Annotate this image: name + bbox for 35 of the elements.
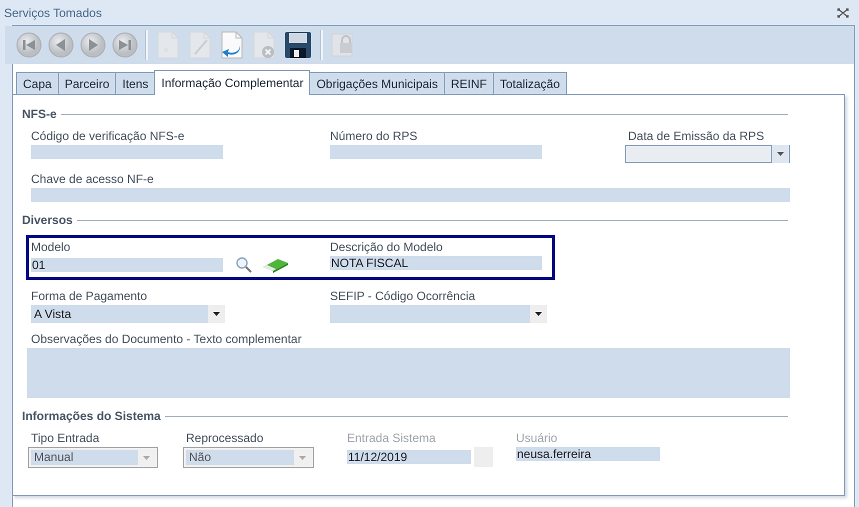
close-icon[interactable] [837,8,849,18]
text-field[interactable] [330,145,542,159]
text-field[interactable] [31,145,223,159]
text-field[interactable]: 01 [31,258,223,272]
field-label: Chave de acesso NF-e [31,172,155,186]
field-label: Observações do Documento - Texto complementar [31,332,303,346]
tab[interactable]: Obrigações Municipais [309,72,445,94]
tab[interactable]: Informação Complementar [154,70,310,95]
date-picker[interactable] [625,145,790,163]
section-title: Diversos [22,213,73,227]
search-icon[interactable] [235,256,253,274]
field-label: Reprocessado [186,431,264,445]
field-label: Código de verificação NFS-e [31,129,186,143]
text-field[interactable] [31,188,790,202]
text-field[interactable]: NOTA FISCAL [330,256,542,270]
field-label: Número do RPS [330,129,418,143]
field-label: Descrição do Modelo [330,240,444,254]
tab[interactable]: Capa [16,72,59,94]
dropdown[interactable] [330,305,547,323]
eraser-icon[interactable] [262,257,289,273]
tab[interactable]: Itens [115,72,156,94]
section-title: NFS-e [22,107,57,121]
field-label: Usuário [516,431,558,445]
field-label: Modelo [31,240,72,254]
field-label: Forma de Pagamento [31,289,148,303]
window-title: Serviços Tomados [4,6,102,20]
tab[interactable]: Totalização [492,72,567,94]
field-label: Data de Emissão da RPS [628,129,766,143]
dropdown[interactable]: A Vista [31,305,225,323]
field-label: Entrada Sistema [347,431,437,445]
tab[interactable]: Parceiro [58,72,116,94]
field-label: SEFIP - Código Ocorrência [330,289,476,303]
field-label: Tipo Entrada [31,431,100,445]
tab[interactable]: REINF [444,72,494,94]
section-title: Informações do Sistema [22,409,161,423]
